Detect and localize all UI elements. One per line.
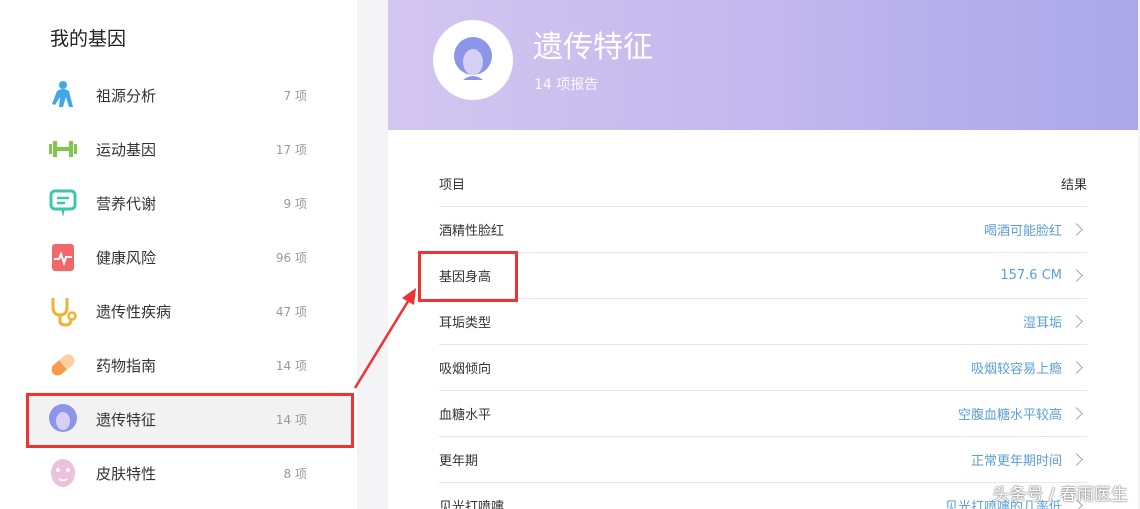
watermark: 头条号 / 春雨医生 — [992, 485, 1128, 505]
annotation-arrow — [353, 288, 416, 389]
